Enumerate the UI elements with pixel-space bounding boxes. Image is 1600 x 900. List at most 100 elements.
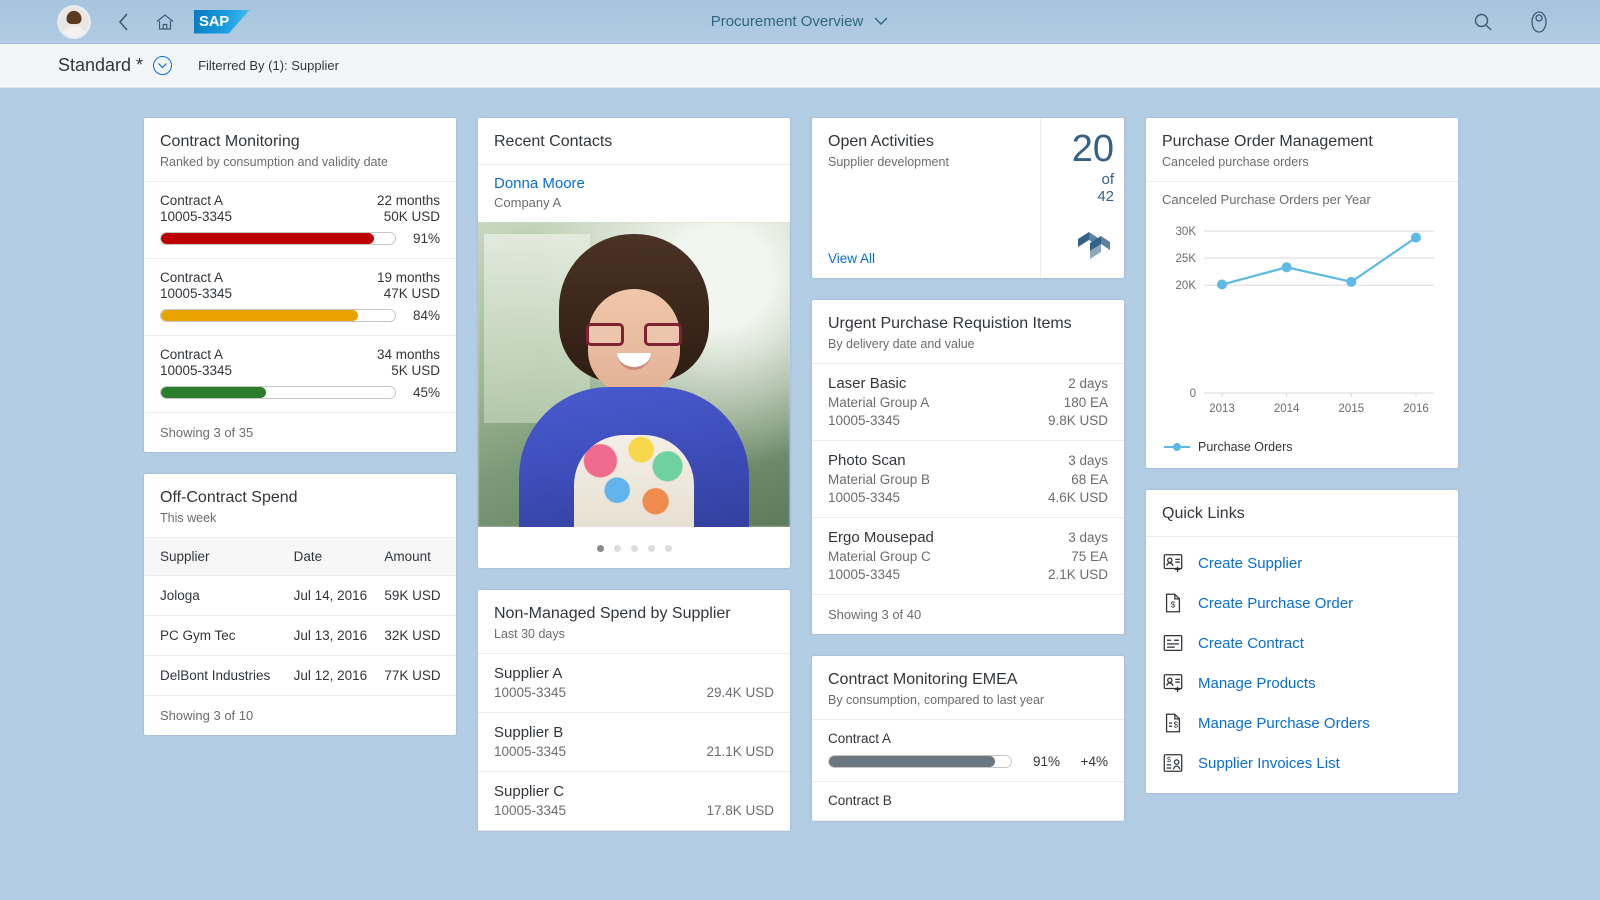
chart-point[interactable]	[1281, 262, 1292, 273]
quick-link-label[interactable]: Create Purchase Order	[1198, 595, 1353, 612]
table-row[interactable]: Jologa Jul 14, 2016 59K USD	[144, 575, 456, 616]
card-non-managed-spend[interactable]: Non-Managed Spend by Supplier Last 30 da…	[478, 590, 790, 831]
document-dollar-icon: $	[1162, 592, 1184, 614]
line-chart[interactable]: 30K 25K 20K 0 2013 2014 2015 2016	[1162, 213, 1442, 436]
chart-point[interactable]	[1217, 279, 1227, 290]
contact-entry[interactable]: Donna Moore Company A	[478, 165, 790, 222]
carousel-dot[interactable]	[630, 545, 638, 552]
urgent-pr-row[interactable]: Ergo Mousepad 3 days Material Group C 75 EA…	[812, 518, 1124, 595]
card-title: Contract Monitoring	[160, 133, 300, 150]
item-id: 10005-3345	[828, 413, 901, 428]
item-quantity: 68 EA	[1071, 472, 1108, 487]
quick-link-item[interactable]: Create Supplier	[1146, 543, 1458, 583]
row-line-primary: Contract A 22 months	[160, 193, 440, 208]
chevron-down-icon[interactable]	[153, 56, 173, 75]
user-settings-icon[interactable]	[1522, 5, 1556, 39]
emea-contract-row[interactable]: Contract B	[812, 782, 1124, 821]
contract-monitoring-row[interactable]: Contract A 34 months 10005-3345 5K USD 45%	[144, 336, 456, 413]
contract-name: Contract A	[160, 347, 224, 362]
row-line-secondary: 10005-3345 5K USD	[160, 363, 440, 378]
item-material-group: Material Group B	[828, 472, 931, 487]
add-contact-icon	[1162, 552, 1184, 574]
row-line-secondary: Material Group C 75 EA	[828, 549, 1108, 564]
view-all-link[interactable]: View All	[828, 251, 1024, 266]
table-column-header[interactable]: Amount	[384, 537, 456, 576]
supplier-id: 10005-3345	[494, 685, 567, 700]
quick-link-label[interactable]: Create Contract	[1198, 635, 1304, 652]
non-managed-spend-row[interactable]: Supplier C 10005-3345 17.8K USD	[478, 772, 790, 831]
card-urgent-purchase-requisition[interactable]: Urgent Purchase Requistion Items By deli…	[812, 300, 1124, 634]
progress-track	[160, 309, 396, 322]
carousel-dot[interactable]	[596, 545, 604, 552]
quick-link-item[interactable]: $ Manage Purchase Orders	[1146, 703, 1458, 743]
search-icon[interactable]	[1466, 5, 1500, 39]
progress-delta: +4%	[1080, 754, 1108, 769]
row-line-primary: Photo Scan 3 days	[828, 452, 1108, 469]
chart-title: Canceled Purchase Orders per Year	[1162, 192, 1371, 207]
home-icon[interactable]	[148, 5, 182, 39]
row-line-secondary: 10005-3345 50K USD	[160, 209, 440, 224]
carousel-dot[interactable]	[613, 545, 621, 552]
carousel-dot[interactable]	[647, 545, 655, 552]
card-subtitle: This week	[160, 511, 217, 525]
card-contract-monitoring-emea[interactable]: Contract Monitoring EMEA By consumption,…	[812, 656, 1124, 821]
contract-monitoring-row[interactable]: Contract A 22 months 10005-3345 50K USD 91%	[144, 182, 456, 259]
table-cell: DelBont Industries	[144, 655, 294, 696]
chart-point[interactable]	[1411, 232, 1421, 243]
item-days: 3 days	[1068, 453, 1108, 468]
chevron-down-icon[interactable]	[873, 14, 889, 29]
table-column-header[interactable]: Date	[293, 537, 385, 576]
quick-link-item[interactable]: $ Create Purchase Order	[1146, 583, 1458, 623]
card-recent-contacts[interactable]: Recent Contacts Donna Moore Company A	[478, 118, 790, 568]
variant-selector[interactable]: Standard *	[58, 55, 173, 76]
card-open-activities[interactable]: Open Activities Supplier development Vie…	[812, 118, 1124, 278]
card-purchase-order-management[interactable]: Purchase Order Management Canceled purch…	[1146, 118, 1458, 468]
contact-name-link[interactable]: Donna Moore	[494, 175, 774, 192]
quick-link-label[interactable]: Manage Purchase Orders	[1198, 715, 1370, 732]
chart-svg: 30K 25K 20K 0 2013 2014 2015 2016	[1176, 226, 1434, 415]
table-column-header[interactable]: Supplier	[144, 537, 294, 576]
carousel-dot[interactable]	[664, 545, 672, 552]
emea-contract-row[interactable]: Contract A 91% +4%	[812, 720, 1124, 782]
avatar[interactable]	[58, 5, 90, 38]
kpi-of-label: of	[1101, 171, 1114, 188]
quick-link-item[interactable]: Create Contract	[1146, 623, 1458, 663]
sap-logo[interactable]: SAP	[194, 9, 250, 34]
back-icon[interactable]	[106, 5, 140, 39]
table-cell: Jologa	[144, 575, 294, 616]
card-title: Recent Contacts	[494, 133, 613, 150]
non-managed-spend-row[interactable]: Supplier B 10005-3345 21.1K USD	[478, 713, 790, 772]
contract-monitoring-row[interactable]: Contract A 19 months 10005-3345 47K USD 84%	[144, 259, 456, 336]
contract-value: 50K USD	[383, 209, 440, 224]
urgent-pr-row[interactable]: Photo Scan 3 days Material Group B 68 EA 100…	[812, 441, 1124, 518]
emea-list: Contract A 91% +4% Contract B	[812, 720, 1124, 821]
table-cell: 59K USD	[384, 575, 456, 616]
card-header: Contract Monitoring EMEA By consumption,…	[812, 656, 1124, 720]
card-title: Non-Managed Spend by Supplier	[494, 605, 731, 622]
item-value: 2.1K USD	[1047, 567, 1108, 582]
chart-xtick-label: 2015	[1339, 403, 1365, 415]
document-list-dollar-icon: $	[1162, 712, 1184, 734]
card-header: Contract Monitoring Ranked by consumptio…	[144, 118, 456, 182]
card-title: Contract Monitoring EMEA	[828, 671, 1018, 688]
quick-link-label[interactable]: Create Supplier	[1198, 555, 1302, 572]
chart-legend[interactable]: Purchase Orders	[1162, 436, 1442, 456]
contract-id: 10005-3345	[160, 363, 233, 378]
card-off-contract-spend[interactable]: Off-Contract Spend This week Supplier Dat…	[144, 474, 456, 735]
contract-value: 5K USD	[391, 363, 440, 378]
table-row[interactable]: PC Gym Tec Jul 13, 2016 32K USD	[144, 615, 456, 656]
urgent-pr-row[interactable]: Laser Basic 2 days Material Group A 180 EA 1…	[812, 364, 1124, 441]
quick-link-item[interactable]: $ Supplier Invoices List	[1146, 743, 1458, 783]
contract-months: 34 months	[376, 347, 440, 362]
table-row[interactable]: DelBont Industries Jul 12, 2016 77K USD	[144, 655, 456, 696]
quick-link-label[interactable]: Supplier Invoices List	[1198, 755, 1340, 772]
quick-link-label[interactable]: Manage Products	[1198, 675, 1316, 692]
card-quick-links[interactable]: Quick Links Create Supplier $ Create Purch…	[1146, 490, 1458, 793]
progress-percent: 91%	[412, 231, 440, 246]
chart-point[interactable]	[1346, 276, 1357, 287]
carousel-pagination[interactable]	[478, 527, 790, 568]
contract-months: 22 months	[376, 193, 440, 208]
non-managed-spend-row[interactable]: Supplier A 10005-3345 29.4K USD	[478, 654, 790, 713]
quick-link-item[interactable]: Manage Products	[1146, 663, 1458, 703]
card-contract-monitoring[interactable]: Contract Monitoring Ranked by consumptio…	[144, 118, 456, 452]
